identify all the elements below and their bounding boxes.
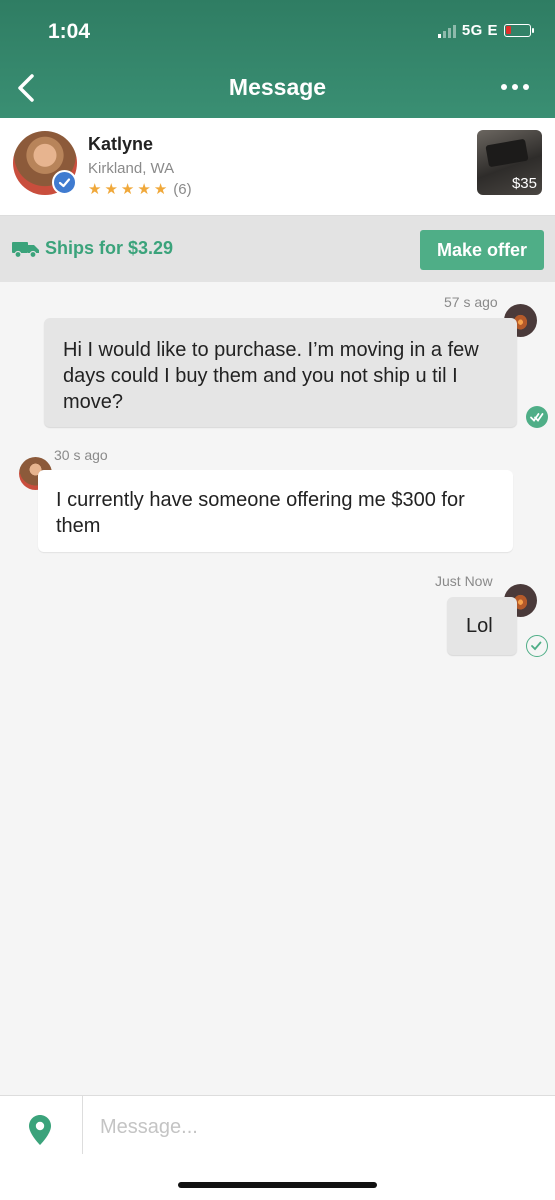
message-timestamp: Just Now [435,573,493,589]
more-options-button[interactable] [501,84,529,90]
status-indicators: 5G E [437,22,534,39]
page-title: Message [228,74,327,100]
composer-divider [82,1096,83,1154]
message-bubble-sent[interactable]: Lol [447,597,517,655]
location-pin-icon[interactable] [28,1114,52,1146]
message-timestamp: 30 s ago [54,447,108,463]
message-bubble-sent[interactable]: Hi I would like to purchase. I’m moving … [44,318,517,427]
item-price: $35 [511,175,537,192]
signal-icon [437,24,456,38]
shipping-price: Ships for $3.29 [45,238,174,258]
seller-location: Kirkland, WA [88,160,175,177]
star-icon: ★ [88,181,102,198]
message-bubble-received[interactable]: I currently have someone offering me $30… [38,470,513,552]
seller-name[interactable]: Katlyne [88,134,153,155]
verified-badge-icon [52,170,77,195]
truck-icon [12,242,39,258]
message-input[interactable] [100,1110,530,1144]
status-time: 1:04 [48,20,91,43]
seller-card: Katlyne Kirkland, WA ★ ★ ★ ★ ★ (6) $35 [0,118,555,216]
home-indicator[interactable] [178,1182,377,1188]
network-label: 5G E [461,22,498,39]
read-receipt-icon [526,406,548,428]
make-offer-button[interactable]: Make offer [420,230,544,270]
star-icon: ★ [104,181,118,198]
star-icon: ★ [137,181,151,198]
sent-receipt-icon [526,635,548,657]
star-icon: ★ [120,181,135,198]
item-image [485,138,529,168]
message-timestamp: 57 s ago [444,294,498,310]
seller-rating: ★ ★ ★ ★ ★ (6) [88,181,192,198]
app-header: 1:04 5G E Message [0,0,555,118]
battery-icon [504,24,534,37]
item-thumbnail[interactable]: $35 [477,130,542,195]
star-icon: ★ [153,181,168,198]
rating-count: (6) [173,181,192,198]
more-horizontal-icon [501,84,507,90]
